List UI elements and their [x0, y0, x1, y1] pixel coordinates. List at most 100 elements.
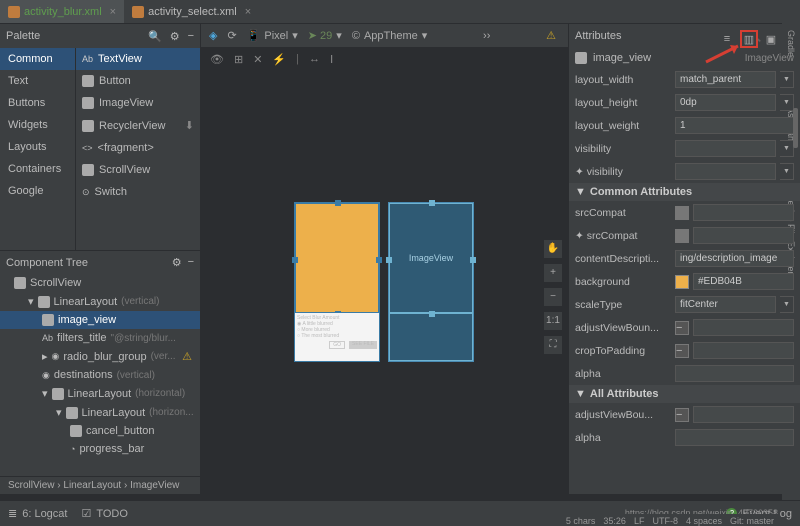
- attr-field[interactable]: [675, 163, 776, 180]
- design-view-button[interactable]: ▣: [762, 30, 780, 48]
- zoom-fit[interactable]: 1:1: [544, 312, 562, 330]
- cat-common[interactable]: Common: [0, 48, 75, 70]
- theme-selector[interactable]: © AppTheme ▾: [352, 29, 427, 42]
- attr-id: image_view: [593, 52, 651, 64]
- color-swatch[interactable]: [675, 275, 689, 289]
- tree-row[interactable]: image_view: [0, 311, 200, 329]
- attr-field[interactable]: ing/description_image: [675, 250, 794, 267]
- xml-icon: [132, 6, 144, 18]
- item-recyclerview[interactable]: RecyclerView⬇: [76, 114, 200, 137]
- attr-field[interactable]: 1: [675, 117, 794, 134]
- attr-field[interactable]: [693, 204, 794, 221]
- section-all[interactable]: ▼ All Attributes: [569, 385, 800, 403]
- section-common[interactable]: ▼ Common Attributes: [569, 183, 800, 201]
- tab-activity-select[interactable]: activity_select.xml ×: [124, 0, 259, 23]
- tree-row[interactable]: ▸ ◉ radio_blur_group (ver...⚠: [0, 347, 200, 366]
- checkbox[interactable]: −: [675, 408, 689, 422]
- layers-icon[interactable]: ◈: [209, 29, 217, 42]
- tree-row[interactable]: ◔ progress_bar: [0, 440, 200, 458]
- image-swatch[interactable]: [675, 229, 689, 243]
- device-selector[interactable]: 📱 Pixel ▾: [247, 29, 298, 42]
- attr-field[interactable]: fitCenter: [675, 296, 776, 313]
- gear-icon[interactable]: ⚙: [170, 30, 180, 43]
- pack-icon[interactable]: Ⅰ: [330, 53, 333, 66]
- palette-items: AbTextView Button ImageView RecyclerView…: [76, 48, 200, 250]
- tree-row[interactable]: ▾ LinearLayout (horizon...: [0, 403, 200, 422]
- file-tabs: activity_blur.xml × activity_select.xml …: [0, 0, 800, 24]
- download-icon: ⬇: [185, 119, 194, 132]
- tree-row[interactable]: ▾ LinearLayout (vertical): [0, 292, 200, 311]
- cat-widgets[interactable]: Widgets: [0, 114, 75, 136]
- tree-row[interactable]: ◉ destinations (vertical): [0, 366, 200, 384]
- chevron-down-icon[interactable]: ▼: [780, 71, 794, 88]
- chevron-down-icon[interactable]: ▼: [780, 163, 794, 180]
- attr-field[interactable]: 0dp: [675, 94, 776, 111]
- component-tree-header: Component Tree ⚙ −: [0, 250, 200, 274]
- attr-field[interactable]: [675, 365, 794, 382]
- api-selector[interactable]: ➤ 29 ▾: [308, 29, 342, 42]
- cat-text[interactable]: Text: [0, 70, 75, 92]
- image-swatch[interactable]: [675, 206, 689, 220]
- cat-buttons[interactable]: Buttons: [0, 92, 75, 114]
- attr-field[interactable]: match_parent: [675, 71, 776, 88]
- chevron-down-icon[interactable]: ▼: [780, 296, 794, 313]
- palette-categories: Common Text Buttons Widgets Layouts Cont…: [0, 48, 76, 250]
- zoom-full[interactable]: ⛶: [544, 336, 562, 354]
- breadcrumb[interactable]: ScrollView › LinearLayout › ImageView: [0, 476, 200, 494]
- chevron-down-icon[interactable]: ▼: [780, 140, 794, 157]
- attr-field[interactable]: [693, 319, 794, 336]
- warning-icon: ⚠: [182, 350, 192, 363]
- zoom-out[interactable]: −: [544, 288, 562, 306]
- item-fragment[interactable]: <><fragment>: [76, 137, 200, 159]
- attr-field[interactable]: [693, 227, 794, 244]
- search-icon[interactable]: 🔍: [148, 30, 162, 43]
- close-icon[interactable]: ×: [245, 6, 251, 18]
- tree-row[interactable]: ▾ LinearLayout (horizontal): [0, 384, 200, 403]
- item-scrollview[interactable]: ScrollView: [76, 159, 200, 181]
- attr-field[interactable]: [675, 429, 794, 446]
- preview-toolbar: 👁 ⊞ ✕ ⚡ | ↔ Ⅰ: [200, 48, 568, 70]
- tab-activity-blur[interactable]: activity_blur.xml ×: [0, 0, 124, 23]
- cat-google[interactable]: Google: [0, 180, 75, 202]
- minimize-icon[interactable]: −: [188, 30, 194, 43]
- tab-label: activity_blur.xml: [24, 6, 102, 18]
- design-area[interactable]: Select Blur Amount◉ A little blurred○ Mo…: [200, 70, 568, 494]
- item-textview[interactable]: AbTextView: [76, 48, 200, 70]
- item-imageview[interactable]: ImageView: [76, 92, 200, 114]
- attr-field[interactable]: [693, 342, 794, 359]
- zoom-in[interactable]: +: [544, 264, 562, 282]
- item-switch[interactable]: ⊙Switch: [76, 181, 200, 203]
- attr-field[interactable]: [675, 140, 776, 157]
- attr-field[interactable]: [693, 406, 794, 423]
- cat-containers[interactable]: Containers: [0, 158, 75, 180]
- todo-tool[interactable]: ☑ TODO: [81, 507, 127, 520]
- more-icon[interactable]: ››: [483, 30, 490, 42]
- component-tree: ScrollView ▾ LinearLayout (vertical) ima…: [0, 274, 200, 476]
- attr-field[interactable]: #EDB04B: [693, 273, 794, 290]
- logcat-tool[interactable]: ≣ 6: Logcat: [8, 507, 67, 520]
- xml-icon: [8, 6, 20, 18]
- close-icon[interactable]: ×: [110, 6, 116, 18]
- item-button[interactable]: Button: [76, 70, 200, 92]
- clear-icon[interactable]: ✕: [253, 53, 262, 66]
- tree-row[interactable]: cancel_button: [0, 422, 200, 440]
- magic-icon[interactable]: ⚡: [272, 53, 286, 66]
- pan-icon[interactable]: ✋: [544, 240, 562, 258]
- chevron-down-icon[interactable]: ▼: [780, 94, 794, 111]
- eye-icon[interactable]: 👁: [210, 53, 224, 66]
- cat-layouts[interactable]: Layouts: [0, 136, 75, 158]
- blueprint-preview[interactable]: ImageView: [388, 202, 474, 362]
- warning-icon[interactable]: ⚠: [546, 29, 556, 42]
- scrollbar-thumb[interactable]: [793, 108, 798, 148]
- tree-row[interactable]: ScrollView: [0, 274, 200, 292]
- minimize-icon[interactable]: −: [188, 256, 194, 269]
- design-preview[interactable]: Select Blur Amount◉ A little blurred○ Mo…: [294, 202, 380, 362]
- tab-label: activity_select.xml: [148, 6, 237, 18]
- gear-icon[interactable]: ⚙: [172, 256, 182, 269]
- checkbox[interactable]: −: [675, 321, 689, 335]
- guideline-icon[interactable]: ⊞: [234, 53, 243, 66]
- orientation-icon[interactable]: ⟳: [227, 29, 236, 42]
- align-icon[interactable]: ↔: [309, 53, 320, 65]
- checkbox[interactable]: −: [675, 344, 689, 358]
- tree-row[interactable]: Ab filters_title "@string/blur...: [0, 329, 200, 347]
